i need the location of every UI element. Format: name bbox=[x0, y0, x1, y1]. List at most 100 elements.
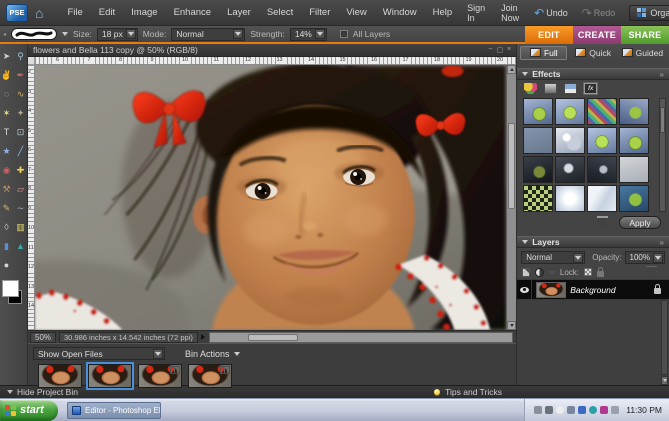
strength-dropdown[interactable]: 14% bbox=[290, 28, 327, 41]
effect-thumbnail-apple-a[interactable] bbox=[619, 127, 649, 154]
effect-thumbnail-plain[interactable] bbox=[523, 127, 553, 154]
panel-scrollbar[interactable] bbox=[661, 300, 668, 375]
panel-menu-icon[interactable]: » bbox=[660, 70, 664, 79]
photo-effects-icon[interactable] bbox=[564, 83, 577, 94]
panel-menu-icon[interactable]: » bbox=[660, 238, 664, 247]
doc-minimize-button[interactable]: − bbox=[488, 46, 492, 54]
lasso-tool[interactable]: ∿ bbox=[14, 85, 27, 104]
apply-button[interactable]: Apply bbox=[619, 216, 661, 229]
effect-thumbnail-gray[interactable] bbox=[619, 156, 649, 183]
filters-icon[interactable] bbox=[524, 83, 537, 94]
quick-edit-button[interactable]: Quick bbox=[569, 46, 616, 60]
horizontal-scroll-thumb[interactable] bbox=[248, 334, 298, 341]
blend-mode-dropdown[interactable]: Normal bbox=[521, 251, 585, 264]
blur-tool[interactable]: ▲ bbox=[14, 237, 27, 256]
link-layers-icon[interactable]: ∞ bbox=[549, 268, 555, 277]
updates-icon[interactable] bbox=[567, 406, 575, 414]
menu-item-select[interactable]: Select bbox=[259, 7, 301, 18]
scroll-down-icon[interactable] bbox=[507, 321, 516, 330]
move-tool[interactable]: ➤ bbox=[0, 47, 13, 66]
full-edit-button[interactable]: Full bbox=[520, 46, 567, 60]
effect-thumbnail-frost-a[interactable] bbox=[555, 185, 585, 212]
all-effects-fx-icon[interactable]: fx bbox=[584, 83, 597, 94]
horizontal-scrollbar[interactable] bbox=[209, 332, 513, 343]
layers-panel-header[interactable]: Layers » bbox=[517, 236, 669, 248]
effect-thumbnail-dark-b[interactable] bbox=[555, 156, 585, 183]
tips-and-tricks-button[interactable]: Tips and Tricks bbox=[434, 387, 502, 397]
taskbar-button-editor[interactable]: Editor - Photoshop El... bbox=[67, 402, 161, 419]
clone-stamp-tool[interactable]: ⚒ bbox=[0, 180, 13, 199]
layer-name[interactable]: Background bbox=[570, 285, 615, 295]
menu-item-file[interactable]: File bbox=[59, 7, 90, 18]
effect-thumbnail-mosaic[interactable] bbox=[587, 98, 617, 125]
menu-item-view[interactable]: View bbox=[338, 7, 374, 18]
healing-brush-tool[interactable]: ✚ bbox=[14, 161, 27, 180]
volume-icon[interactable] bbox=[545, 406, 553, 414]
foreground-color-swatch[interactable] bbox=[2, 280, 19, 297]
clock-icon[interactable] bbox=[556, 406, 564, 414]
brush-stroke-preview[interactable] bbox=[11, 28, 57, 40]
delete-effect-icon[interactable] bbox=[598, 218, 607, 227]
effect-thumbnail-dark-c[interactable] bbox=[587, 156, 617, 183]
size-dropdown[interactable]: 18 px bbox=[97, 28, 138, 41]
image-canvas[interactable] bbox=[35, 65, 506, 330]
document-title-bar[interactable]: flowers and Bella 113 copy @ 50% (RGB/8)… bbox=[28, 44, 516, 57]
messenger-icon[interactable] bbox=[589, 406, 597, 414]
photo-bin-thumbnail-3[interactable] bbox=[138, 364, 182, 388]
type-tool[interactable]: T bbox=[0, 123, 13, 142]
layer-visibility-toggle[interactable] bbox=[517, 280, 532, 299]
start-button[interactable]: start bbox=[0, 400, 58, 421]
show-open-files-dropdown[interactable]: Show Open Files bbox=[33, 347, 165, 360]
layer-row-background[interactable]: Background bbox=[517, 279, 669, 300]
effect-thumbnail-apple-b[interactable] bbox=[555, 98, 585, 125]
crop-tool[interactable]: ⊡ bbox=[14, 123, 27, 142]
layer-thumbnail[interactable] bbox=[536, 282, 566, 298]
redo-button[interactable]: ↷ Redo bbox=[576, 7, 622, 19]
doc-restore-button[interactable]: ▢ bbox=[496, 46, 503, 54]
new-layer-icon[interactable] bbox=[522, 268, 530, 277]
straighten-tool[interactable]: ╱ bbox=[14, 142, 27, 161]
vertical-scrollbar[interactable] bbox=[506, 65, 516, 330]
menu-item-window[interactable]: Window bbox=[375, 7, 425, 18]
vertical-scroll-thumb[interactable] bbox=[508, 123, 515, 209]
doc-close-button[interactable]: × bbox=[507, 46, 511, 54]
cookie-cutter-tool[interactable]: ★ bbox=[0, 142, 13, 161]
shape-tool[interactable]: ▮ bbox=[0, 237, 13, 256]
opacity-dropdown[interactable]: 100% bbox=[625, 251, 665, 264]
options-collapse-nub[interactable]: ◂ bbox=[3, 31, 6, 38]
brush-picker-arrow[interactable] bbox=[62, 32, 68, 36]
lock-all-icon[interactable] bbox=[597, 271, 604, 277]
effect-thumbnail-apple-a[interactable] bbox=[523, 98, 553, 125]
zoom-level-field[interactable]: 50% bbox=[30, 332, 56, 343]
tab-share[interactable]: SHARE bbox=[621, 26, 669, 44]
effect-thumbnail-swirl[interactable] bbox=[555, 127, 585, 154]
paint-bucket-tool[interactable]: ◊ bbox=[0, 218, 13, 237]
display-icon[interactable] bbox=[611, 406, 619, 414]
adjustment-layer-icon[interactable] bbox=[535, 268, 544, 277]
all-layers-checkbox[interactable] bbox=[340, 30, 348, 38]
guided-edit-button[interactable]: Guided bbox=[619, 46, 666, 60]
effect-thumbnail-apple-d[interactable] bbox=[619, 185, 649, 212]
red-eye-tool[interactable]: ◉ bbox=[0, 161, 13, 180]
status-options-arrow[interactable] bbox=[201, 334, 205, 340]
eyedropper-tool[interactable]: ✒ bbox=[14, 66, 27, 85]
join-now-link[interactable]: Join Now bbox=[494, 3, 526, 23]
tab-edit[interactable]: EDIT bbox=[525, 26, 573, 44]
menu-item-filter[interactable]: Filter bbox=[301, 7, 338, 18]
undo-button[interactable]: ↶ Undo bbox=[528, 7, 574, 19]
effect-thumbnail-dark-a[interactable] bbox=[523, 156, 553, 183]
effect-thumbnail-apple-b[interactable] bbox=[587, 127, 617, 154]
scroll-up-icon[interactable] bbox=[507, 65, 516, 74]
zoom-tool[interactable]: ⚲ bbox=[14, 47, 27, 66]
marquee-tool[interactable]: ◌ bbox=[0, 85, 13, 104]
brush-tool[interactable]: ✎ bbox=[0, 199, 13, 218]
effects-scrollbar[interactable] bbox=[659, 98, 666, 212]
effect-thumbnail-frost-b[interactable] bbox=[587, 185, 617, 212]
layer-styles-icon[interactable] bbox=[544, 83, 557, 94]
scroll-down-icon[interactable] bbox=[661, 376, 668, 385]
gradient-tool[interactable]: ▥ bbox=[14, 218, 27, 237]
menu-item-layer[interactable]: Layer bbox=[219, 7, 259, 18]
effects-panel-header[interactable]: Effects » bbox=[517, 68, 669, 80]
tab-create[interactable]: CREATE bbox=[573, 26, 621, 44]
delete-layer-icon[interactable] bbox=[647, 268, 656, 277]
